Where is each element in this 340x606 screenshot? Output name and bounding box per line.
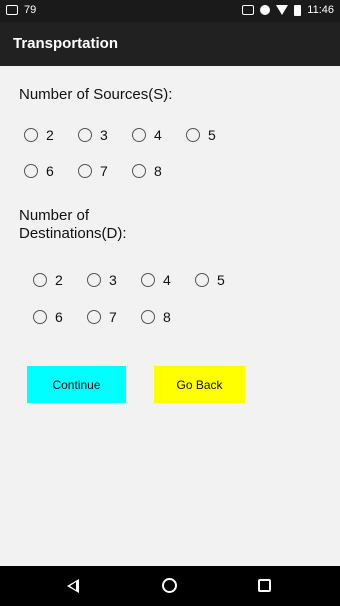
source-option-3[interactable]: 3 [78,127,132,143]
radio-button[interactable] [132,164,146,178]
sources-label: Number of Sources(S): [19,86,173,103]
radio-label: 5 [208,127,216,143]
destination-option-8[interactable]: 8 [141,309,195,325]
status-bar: 79 11:46 [0,0,340,22]
destination-option-3[interactable]: 3 [87,272,141,288]
radio-button[interactable] [195,273,209,287]
destinations-label-line-1: Number of [19,207,90,224]
status-time: 11:46 [307,4,334,16]
radio-button[interactable] [24,164,38,178]
radio-label: 2 [46,127,54,143]
radio-label: 2 [55,272,63,288]
radio-button[interactable] [87,310,101,324]
radio-label: 8 [163,309,171,325]
destination-option-5[interactable]: 5 [195,272,249,288]
radio-label: 8 [154,163,162,179]
wifi-icon [276,5,289,15]
radio-button[interactable] [78,128,92,142]
radio-label: 7 [100,163,108,179]
recents-icon[interactable] [258,579,271,592]
radio-label: 4 [163,272,171,288]
home-icon[interactable] [162,578,177,593]
source-option-5[interactable]: 5 [186,127,240,143]
radio-button[interactable] [78,164,92,178]
destination-option-2[interactable]: 2 [33,272,87,288]
source-option-2[interactable]: 2 [24,127,78,143]
sources-radio-row-2: 6 7 8 [24,163,186,179]
minus-circle-icon [260,5,271,15]
radio-button[interactable] [24,128,38,142]
navigation-bar [0,566,340,606]
destinations-label-line-2: Destinations(D): [19,225,127,242]
radio-label: 3 [109,272,117,288]
sources-radio-row-1: 2 3 4 5 [24,127,240,143]
page-title: Transportation [13,35,119,52]
radio-label: 6 [46,163,54,179]
destination-option-4[interactable]: 4 [141,272,195,288]
radio-label: 6 [55,309,63,325]
radio-button[interactable] [132,128,146,142]
source-option-7[interactable]: 7 [78,163,132,179]
continue-button[interactable]: Continue [27,366,126,403]
radio-button[interactable] [33,310,47,324]
radio-label: 4 [154,127,162,143]
radio-button[interactable] [186,128,200,142]
destination-option-6[interactable]: 6 [33,309,87,325]
radio-button[interactable] [33,273,47,287]
destinations-label: Number of Destinations(D): [19,207,127,243]
radio-button[interactable] [141,310,155,324]
notification-count: 79 [24,4,37,16]
radio-label: 5 [217,272,225,288]
cast-icon [242,5,255,15]
destinations-radio-row-1: 2 3 4 5 [33,272,249,288]
source-option-6[interactable]: 6 [24,163,78,179]
radio-label: 7 [109,309,117,325]
battery-icon [294,4,302,16]
app-bar: Transportation [0,22,340,66]
radio-button[interactable] [87,273,101,287]
photo-notification-icon [6,5,18,15]
destination-option-7[interactable]: 7 [87,309,141,325]
go-back-button[interactable]: Go Back [154,366,245,403]
back-icon[interactable] [67,579,79,593]
radio-label: 3 [100,127,108,143]
destinations-radio-row-2: 6 7 8 [33,309,195,325]
source-option-4[interactable]: 4 [132,127,186,143]
source-option-8[interactable]: 8 [132,163,186,179]
radio-button[interactable] [141,273,155,287]
